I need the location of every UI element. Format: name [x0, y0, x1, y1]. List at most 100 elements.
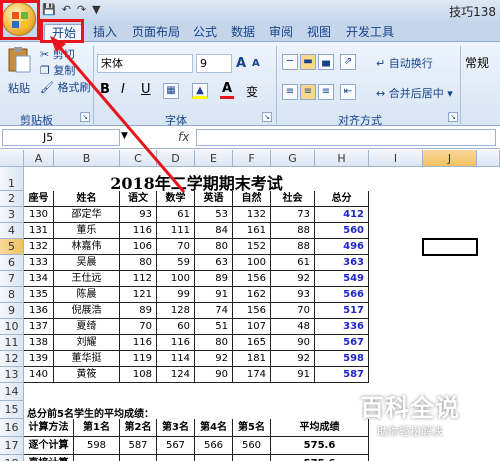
table-cell[interactable]: 181 [233, 351, 271, 367]
row-header[interactable]: 18 [0, 455, 24, 461]
column-header[interactable]: A [24, 150, 54, 167]
grow-font-button[interactable]: A [236, 56, 246, 71]
avg-header-cell[interactable]: 计算方法 [24, 419, 74, 437]
clipboard-launcher-icon[interactable]: ↘ [80, 112, 90, 122]
table-cell[interactable]: 93 [120, 207, 157, 223]
table-header-cell[interactable]: 语文 [120, 191, 157, 207]
align-left-icon[interactable]: ≡ [282, 84, 298, 100]
table-cell[interactable]: 夏绮 [54, 319, 120, 335]
table-cell[interactable]: 156 [233, 303, 271, 319]
row-header[interactable]: 8 [0, 287, 24, 303]
table-cell[interactable]: 80 [120, 255, 157, 271]
table-cell[interactable]: 517 [315, 303, 369, 319]
table-cell[interactable]: 陈晨 [54, 287, 120, 303]
table-cell[interactable]: 140 [24, 367, 54, 383]
table-cell[interactable]: 128 [157, 303, 195, 319]
table-cell[interactable]: 132 [233, 207, 271, 223]
table-cell[interactable]: 108 [120, 367, 157, 383]
format-painter-button[interactable]: 🖌 格式刷 [40, 79, 90, 95]
avg-header-cell[interactable]: 第2名 [120, 419, 157, 437]
table-cell[interactable]: 90 [271, 335, 315, 351]
table-cell[interactable]: 59 [157, 255, 195, 271]
row-header[interactable]: 10 [0, 319, 24, 335]
column-header[interactable]: H [315, 150, 369, 167]
align-center-icon[interactable]: ≡ [300, 84, 316, 100]
table-cell[interactable]: 412 [315, 207, 369, 223]
phonetic-button[interactable]: 变 [246, 83, 258, 100]
table-cell[interactable]: 89 [120, 303, 157, 319]
table-cell[interactable]: 114 [157, 351, 195, 367]
avg-cell[interactable] [195, 455, 233, 461]
table-cell[interactable]: 134 [24, 271, 54, 287]
table-cell[interactable]: 549 [315, 271, 369, 287]
font-name-select[interactable]: 宋体 [97, 54, 193, 73]
table-cell[interactable]: 111 [157, 223, 195, 239]
save-icon[interactable]: 💾 [42, 3, 56, 16]
name-box-dropdown-icon[interactable]: ▼ [121, 131, 128, 141]
table-cell[interactable]: 138 [24, 335, 54, 351]
shrink-font-button[interactable]: A [252, 58, 260, 69]
customize-qat-icon[interactable]: ▼ [92, 3, 100, 16]
selected-cell-j5[interactable] [422, 238, 478, 256]
table-cell[interactable]: 135 [24, 287, 54, 303]
table-cell[interactable]: 112 [120, 271, 157, 287]
table-cell[interactable]: 107 [233, 319, 271, 335]
table-cell[interactable]: 吴晨 [54, 255, 120, 271]
column-header[interactable]: C [120, 150, 157, 167]
table-header-cell[interactable]: 自然 [233, 191, 271, 207]
table-cell[interactable]: 刘耀 [54, 335, 120, 351]
table-cell[interactable]: 161 [233, 223, 271, 239]
avg-cell[interactable]: 566 [195, 437, 233, 455]
column-header[interactable]: D [157, 150, 195, 167]
table-cell[interactable]: 130 [24, 207, 54, 223]
row-header[interactable]: 17 [0, 437, 24, 455]
table-cell[interactable]: 70 [271, 303, 315, 319]
table-cell[interactable]: 136 [24, 303, 54, 319]
column-header[interactable]: E [195, 150, 233, 167]
underline-button[interactable]: U [141, 82, 151, 97]
table-header-cell[interactable]: 英语 [195, 191, 233, 207]
row-header[interactable]: 1 [0, 167, 24, 191]
align-bottom-icon[interactable]: ▄ [318, 54, 334, 70]
font-size-select[interactable]: 9 [196, 54, 232, 73]
column-header[interactable]: F [233, 150, 271, 167]
table-cell[interactable]: 80 [195, 239, 233, 255]
merge-center-button[interactable]: ↔ 合并后居中 ▾ [376, 85, 453, 101]
font-launcher-icon[interactable]: ↘ [262, 112, 272, 122]
table-cell[interactable]: 王仕远 [54, 271, 120, 287]
avg-header-cell[interactable]: 平均成绩 [271, 419, 369, 437]
table-cell[interactable]: 61 [271, 255, 315, 271]
table-cell[interactable]: 84 [195, 223, 233, 239]
table-cell[interactable]: 106 [120, 239, 157, 255]
avg-cell[interactable]: 587 [120, 437, 157, 455]
paste-button[interactable]: 粘贴 [4, 46, 34, 98]
tab-insert[interactable]: 插入 [88, 24, 122, 42]
table-cell[interactable]: 336 [315, 319, 369, 335]
table-cell[interactable]: 61 [157, 207, 195, 223]
table-header-cell[interactable]: 总分 [315, 191, 369, 207]
number-format-select[interactable]: 常规 [465, 54, 489, 71]
table-cell[interactable]: 119 [120, 351, 157, 367]
table-cell[interactable]: 100 [233, 255, 271, 271]
tab-developer[interactable]: 开发工具 [342, 24, 398, 42]
tab-formulas[interactable]: 公式 [188, 24, 222, 42]
table-cell[interactable]: 137 [24, 319, 54, 335]
bold-button[interactable]: B [100, 82, 110, 97]
avg-cell[interactable] [157, 455, 195, 461]
avg-cell[interactable]: 逐个计算 [24, 437, 74, 455]
avg-cell[interactable]: 598 [74, 437, 120, 455]
table-cell[interactable]: 363 [315, 255, 369, 271]
table-cell[interactable]: 董华挺 [54, 351, 120, 367]
table-cell[interactable]: 73 [271, 207, 315, 223]
table-cell[interactable]: 70 [120, 319, 157, 335]
table-cell[interactable]: 63 [195, 255, 233, 271]
row-header-selected[interactable]: 5 [0, 239, 24, 255]
column-header[interactable]: I [369, 150, 423, 167]
formula-input[interactable] [196, 129, 496, 146]
table-cell[interactable]: 124 [157, 367, 195, 383]
table-cell[interactable]: 93 [271, 287, 315, 303]
table-cell[interactable]: 131 [24, 223, 54, 239]
table-cell[interactable]: 53 [195, 207, 233, 223]
select-all-corner[interactable] [0, 150, 24, 167]
table-cell[interactable]: 92 [195, 351, 233, 367]
